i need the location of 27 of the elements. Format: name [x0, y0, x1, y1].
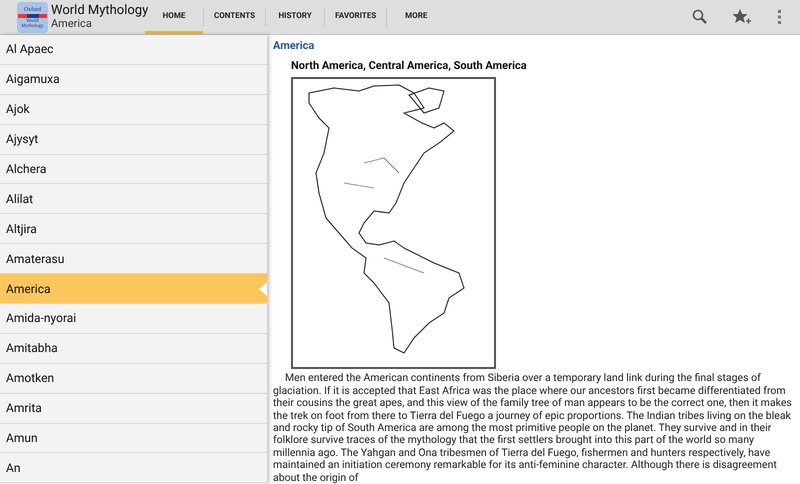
- logo-stripe: [18, 14, 47, 18]
- selection-notch: [259, 282, 267, 296]
- entry-list-item[interactable]: Alilat: [0, 184, 267, 214]
- entry-list-item[interactable]: Altjira: [0, 214, 267, 244]
- article-heading: North America, Central America, South America: [291, 59, 528, 73]
- entry-list-item[interactable]: Amrita: [0, 394, 267, 424]
- nav-tab[interactable]: MORE: [387, 0, 446, 34]
- entry-list-item[interactable]: Amun: [0, 424, 267, 454]
- overflow-menu-icon[interactable]: [778, 10, 782, 24]
- nav-tab[interactable]: CONTENTS: [204, 0, 266, 34]
- entry-list-item[interactable]: Amitabha: [0, 334, 267, 364]
- entry-list-item[interactable]: America: [0, 274, 267, 304]
- nav-tab[interactable]: FAVORITES: [325, 0, 386, 34]
- article-title: America: [273, 39, 316, 53]
- entry-list-item[interactable]: Amotken: [0, 364, 267, 394]
- entry-list-item[interactable]: Ajok: [0, 94, 267, 125]
- entry-list-item[interactable]: An: [0, 453, 267, 484]
- entry-list-item[interactable]: Al Apaec: [0, 35, 267, 65]
- nav-tab[interactable]: HISTORY: [266, 0, 324, 34]
- entry-list-item[interactable]: Ajysyt: [0, 124, 267, 155]
- entry-list-item[interactable]: Aigamuxa: [0, 64, 267, 95]
- article-body: Men entered the American continents from Siberia over a temporary land link during the final stages of glaciation. If it is accepted that East Africa was the place where our ancestors first became differentiated from their cousins the great apes, and this view of the family tree of man appears to be the correct one, then it makes the trek on foot from there to Tierra del Fuego a journey of epic proportions. The Indian tribes living on the bleak and rocky tip of South America are among the most primitive people on the planet. They survive and in their folklore survive traces of the mythology that the first settlers brought into this part of the world so many millennia ago. The Yahgan and Ona tribesmen of Tierra del Fuego, fishermen and hunters respectively, have maintained an initiation ceremony remarkable for its anti-feminine character. Although there is disagreement about the origin of: [273, 372, 792, 484]
- search-icon[interactable]: [692, 9, 708, 25]
- app-subtitle: America: [51, 18, 93, 30]
- star-add-icon[interactable]: [732, 8, 752, 26]
- entry-list-item[interactable]: Amida-nyorai: [0, 304, 267, 334]
- entry-list-item[interactable]: Alchera: [0, 154, 267, 184]
